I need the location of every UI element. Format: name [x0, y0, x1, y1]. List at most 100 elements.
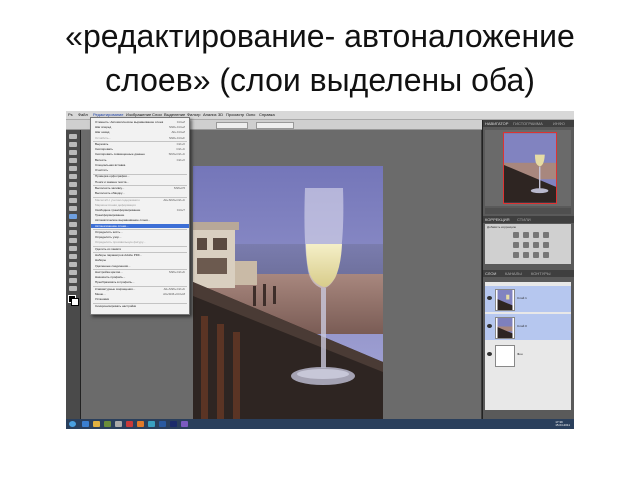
type-tool[interactable]	[69, 254, 77, 259]
edit-menu-item[interactable]: Свободное трансформирование Ctrl+T	[95, 208, 185, 212]
folder-icon[interactable]	[93, 421, 100, 427]
vibrance-icon[interactable]	[513, 242, 519, 248]
edit-menu-item[interactable]: Скопировать Ctrl+C	[95, 147, 185, 151]
ie-icon[interactable]	[82, 421, 89, 427]
invert-icon[interactable]	[513, 252, 519, 258]
photoshop-icon[interactable]	[170, 421, 177, 427]
menu-file[interactable]: Файл	[78, 112, 88, 117]
posterize-icon[interactable]	[523, 252, 529, 258]
edit-menu-item[interactable]: Преобразовать в профиль...	[95, 280, 185, 284]
lasso-tool[interactable]	[69, 150, 77, 155]
eye-icon[interactable]	[487, 324, 492, 328]
layer-row[interactable]: Слой 1	[485, 286, 571, 312]
edit-menu-item[interactable]: Специальная вставка	[95, 163, 185, 167]
app-icon[interactable]	[181, 421, 188, 427]
tab-paths[interactable]: КОНТУРЫ	[531, 271, 550, 276]
history-brush-tool[interactable]	[69, 206, 77, 211]
clock[interactable]: 17:39 15.04.2011	[555, 421, 570, 427]
menu-ps-logo[interactable]: Ps	[68, 112, 73, 117]
brush-tool[interactable]	[69, 190, 77, 195]
curves-icon[interactable]	[533, 232, 539, 238]
edit-menu-item[interactable]: Клавиатурные сокращения... Alt+Shift+Ctrl…	[95, 287, 185, 291]
document-image[interactable]	[193, 166, 383, 420]
exposure-icon[interactable]	[543, 232, 549, 238]
menu-3d[interactable]: 3D	[218, 112, 223, 117]
start-button-icon[interactable]	[69, 421, 76, 427]
navigator-preview[interactable]	[485, 130, 571, 206]
edit-menu-item[interactable]: Установки	[95, 297, 185, 301]
healing-brush-tool[interactable]	[69, 182, 77, 187]
edit-menu-item[interactable]: Выполнить заливку... Shift+F5	[95, 186, 185, 190]
edit-menu-item[interactable]: Синхронизировать настройки	[95, 304, 185, 308]
tab-histogram[interactable]: ГИСТОГРАММА	[513, 121, 543, 126]
tab-layers[interactable]: СЛОИ	[485, 271, 496, 276]
edit-menu-item[interactable]: Определить узор...	[95, 235, 185, 239]
path-selection-tool[interactable]	[69, 262, 77, 267]
marquee-tool[interactable]	[69, 142, 77, 147]
layer-row[interactable]: Слой 0	[485, 314, 571, 340]
edit-menu-item[interactable]: Поиск и замена текста...	[95, 180, 185, 184]
tab-styles[interactable]: СТИЛИ	[517, 217, 531, 222]
edit-menu-item[interactable]: Отменить: Автоматическое выравнивание сл…	[95, 120, 185, 124]
tab-navigator[interactable]: НАВИГАТОР	[485, 121, 508, 126]
color-balance-icon[interactable]	[533, 242, 539, 248]
gradient-map-icon[interactable]	[543, 252, 549, 258]
clone-stamp-tool[interactable]	[69, 198, 77, 203]
zoom-tool[interactable]	[69, 286, 77, 291]
threshold-icon[interactable]	[533, 252, 539, 258]
blur-tool[interactable]	[69, 230, 77, 235]
dodge-tool[interactable]	[69, 238, 77, 243]
zoom-slider[interactable]	[485, 208, 571, 214]
tab-channels[interactable]: КАНАЛЫ	[505, 271, 522, 276]
menu-window[interactable]: Окно	[246, 112, 255, 117]
brightness-icon[interactable]	[513, 232, 519, 238]
edit-menu-item[interactable]: Вырезать Ctrl+X	[95, 142, 185, 146]
firefox-icon[interactable]	[137, 421, 144, 427]
edit-menu-item[interactable]: Наборы параметров Adobe PDF...	[95, 253, 185, 257]
edit-menu-item[interactable]: Очистить	[95, 168, 185, 172]
edit-menu-item[interactable]: Автоналожение слоев...	[91, 223, 189, 228]
tab-info[interactable]: ИНФО	[553, 121, 565, 126]
shape-tool[interactable]	[69, 270, 77, 275]
move-tool[interactable]	[69, 134, 77, 139]
edit-menu-item[interactable]: Проверка орфографии...	[95, 174, 185, 178]
edit-menu-item[interactable]: Масштаб с учетом содержимого Alt+Shift+Ct…	[95, 198, 185, 202]
black-white-icon[interactable]	[543, 242, 549, 248]
media-player-icon[interactable]	[104, 421, 111, 427]
app-icon[interactable]	[115, 421, 122, 427]
edit-menu-item[interactable]: Автоматическое выравнивание слоев...	[95, 218, 185, 222]
app-icon[interactable]	[148, 421, 155, 427]
menu-analysis[interactable]: Анализ	[203, 112, 217, 117]
gradient-tool[interactable]	[69, 222, 77, 227]
edit-menu-item[interactable]: Ослабить... Shift+Ctrl+F	[95, 136, 185, 140]
word-icon[interactable]	[159, 421, 166, 427]
menu-view[interactable]: Просмотр	[226, 112, 244, 117]
hue-saturation-icon[interactable]	[523, 242, 529, 248]
edit-menu-item[interactable]: Скопировать совмещенные данные Shift+Ctrl…	[95, 152, 185, 156]
eraser-tool[interactable]	[69, 214, 77, 219]
edit-menu-item[interactable]: Вклеить Ctrl+V	[95, 158, 185, 162]
menu-help[interactable]: Справка	[259, 112, 275, 117]
hand-tool[interactable]	[69, 278, 77, 283]
layer-row[interactable]: Фон	[485, 342, 571, 368]
background-color-swatch[interactable]	[71, 298, 79, 306]
edit-menu-item[interactable]: Трансформирование	[95, 213, 185, 217]
edit-menu-item[interactable]: Настройка цветов... Shift+Ctrl+K	[95, 270, 185, 274]
crop-tool[interactable]	[69, 166, 77, 171]
option-field[interactable]	[256, 122, 294, 129]
edit-menu-item[interactable]: Шаг назад Alt+Ctrl+Z	[95, 130, 185, 134]
edit-menu-item[interactable]: Назначить профиль...	[95, 275, 185, 279]
tab-adjustments[interactable]: КОРРЕКЦИЯ	[485, 217, 509, 222]
levels-icon[interactable]	[523, 232, 529, 238]
option-field[interactable]	[216, 122, 248, 129]
eyedropper-tool[interactable]	[69, 174, 77, 179]
edit-menu-item[interactable]: Определить кисть...	[95, 230, 185, 234]
quick-selection-tool[interactable]	[69, 158, 77, 163]
eye-icon[interactable]	[487, 352, 492, 356]
edit-menu-item[interactable]: Меню... Alt+Shift+Ctrl+M	[95, 292, 185, 296]
edit-menu-item[interactable]: Удалить из памяти	[95, 247, 185, 251]
edit-menu-item[interactable]: Выполнить обводку...	[95, 191, 185, 195]
edit-menu-item[interactable]: Шаг вперед Shift+Ctrl+Z	[95, 125, 185, 129]
edit-menu-item[interactable]: Удаленные соединения...	[95, 264, 185, 268]
edit-menu-item[interactable]: Определить произвольную фигуру...	[95, 240, 185, 244]
